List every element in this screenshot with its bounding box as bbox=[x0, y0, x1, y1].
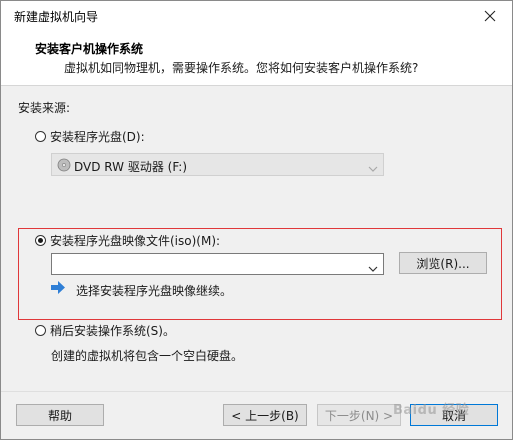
radio-button[interactable] bbox=[35, 325, 46, 336]
page-title: 安装客户机操作系统 bbox=[35, 42, 144, 56]
new-vm-wizard-window: 新建虚拟机向导 安装客户机操作系统 虚拟机如同物理机，需要操作系统。您将如何安装… bbox=[0, 0, 513, 440]
radio-install-later[interactable]: 稍后安装操作系统(S)。 bbox=[35, 322, 175, 339]
install-source-label: 安装来源: bbox=[18, 101, 71, 115]
iso-image-label: 安装程序光盘映像文件(iso)(M): bbox=[50, 234, 221, 248]
install-later-description: 创建的虚拟机将包含一个空白硬盘。 bbox=[51, 349, 244, 363]
disc-drive-value: DVD RW 驱动器 (F:) bbox=[74, 160, 188, 174]
wizard-header: 安装客户机操作系统 虚拟机如同物理机，需要操作系统。您将如何安装客户机操作系统? bbox=[1, 31, 512, 86]
close-icon bbox=[484, 10, 496, 22]
close-button[interactable] bbox=[468, 1, 512, 31]
chevron-down-icon bbox=[368, 161, 378, 175]
page-subtitle: 虚拟机如同物理机，需要操作系统。您将如何安装客户机操作系统? bbox=[64, 61, 419, 75]
disc-drive-dropdown[interactable]: DVD RW 驱动器 (F:) bbox=[51, 153, 384, 176]
footer-divider bbox=[1, 391, 512, 392]
window-title: 新建虚拟机向导 bbox=[14, 10, 99, 24]
title-bar: 新建虚拟机向导 bbox=[1, 1, 512, 31]
installer-disc-label: 安装程序光盘(D): bbox=[50, 130, 145, 144]
help-button[interactable]: 帮助 bbox=[16, 404, 104, 426]
iso-hint-text: 选择安装程序光盘映像继续。 bbox=[76, 284, 233, 298]
back-button[interactable]: < 上一步(B) bbox=[223, 404, 307, 426]
dvd-drive-icon bbox=[57, 158, 71, 175]
info-arrow-icon bbox=[51, 281, 65, 297]
install-later-label: 稍后安装操作系统(S)。 bbox=[50, 324, 175, 338]
chevron-down-icon[interactable] bbox=[368, 261, 378, 275]
next-button[interactable]: 下一步(N) > bbox=[317, 404, 401, 426]
iso-path-combobox[interactable] bbox=[51, 253, 384, 275]
radio-button[interactable] bbox=[35, 235, 46, 246]
radio-iso-image[interactable]: 安装程序光盘映像文件(iso)(M): bbox=[35, 232, 220, 249]
cancel-button[interactable]: 取消 bbox=[410, 404, 498, 426]
radio-button[interactable] bbox=[35, 131, 46, 142]
radio-installer-disc[interactable]: 安装程序光盘(D): bbox=[35, 128, 145, 145]
browse-button[interactable]: 浏览(R)... bbox=[399, 252, 487, 274]
